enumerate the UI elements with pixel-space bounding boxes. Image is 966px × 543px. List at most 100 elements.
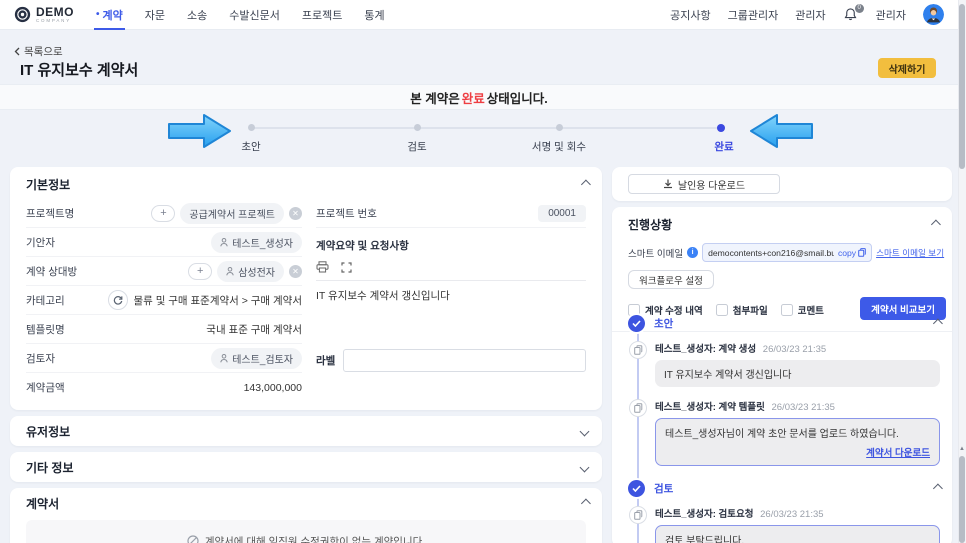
entry-author-action: 테스트_생성자: 검토요청 [655,509,754,520]
nav-item-project[interactable]: 프로젝트 [302,0,342,30]
entry-author-action: 테스트_생성자: 계약 생성 [655,344,757,355]
field-row-reviewer: 검토자 테스트_검토자 [26,344,302,373]
document-icon [629,506,647,524]
entry-message: 검토 부탁드립니다. [665,536,745,543]
collapse-chevron-up-icon[interactable] [930,219,941,230]
person-icon [226,266,234,275]
timeline-entry: 테스트_생성자: 검토요청 26/03/23 21:35 검토 부탁드립니다. … [628,506,940,543]
basic-info-title: 기본정보 [26,178,71,192]
nav-item-statistics[interactable]: 통계 [364,0,384,30]
progress-card: 진행상황 스마트 이메일 i democontents+con216@smail… [612,207,952,543]
step-dot-review [414,124,421,131]
entry-message: 테스트_생성자님이 계약 초안 문서를 업로드 하였습니다. [665,429,899,440]
seal-download-button[interactable]: 날인용 다운로드 [628,174,780,194]
stage-header-review: 검토 [628,480,943,497]
person-icon [220,237,228,246]
template-value: 국내 표준 구매 계약서 [206,323,302,336]
page-scrollbar-thumb[interactable] [959,4,965,169]
document-icon [629,399,647,417]
logo-icon [14,6,31,23]
summary-divider [316,280,586,281]
collapse-chevron-up-icon[interactable] [580,179,591,190]
project-no-label: 프로젝트 번호 [316,207,377,220]
collapse-chevron-up-icon[interactable] [932,483,943,494]
smart-email-view-link[interactable]: 스마트 이메일 보기 [876,247,944,259]
panel-scrollbar-thumb[interactable] [959,456,965,543]
progress-timeline: 초안 테스트_생성자: 계약 생성 26/03/23 21:35 IT 유지보수… [628,315,943,543]
nav-item-lawsuit[interactable]: 소송 [187,0,207,30]
scroll-up-arrow-icon[interactable]: ▲ [958,446,966,452]
field-row-category: 카테고리 물류 및 구매 표준계약서 > 구매 계약서 [26,286,302,315]
summary-text: IT 유지보수 계약서 갱신입니다 [316,290,450,302]
field-row-drafter: 기안자 테스트_생성자 [26,228,302,257]
top-navbar: DEMO COMPANY 계약 자문 소송 수발신문서 프로젝트 통계 공지사항… [0,0,958,30]
smart-email-box: democontents+con216@smail.buptle.app cop… [702,243,873,262]
nav-item-contract[interactable]: 계약 [94,0,125,30]
copy-email-link[interactable]: copy [838,248,866,258]
entry-message-box: 테스트_생성자님이 계약 초안 문서를 업로드 하였습니다. 계약서 다운로드 [655,418,940,466]
page-scrollbar-track[interactable]: ▲ [958,0,966,543]
expand-chevron-down-icon[interactable] [579,462,590,472]
annotation-arrow-right-icon [168,114,231,148]
document-icon [629,341,647,359]
nav-item-advice[interactable]: 자문 [145,0,165,30]
chevron-left-icon [14,47,20,56]
progress-title: 진행상황 [628,218,673,232]
step-label-review: 검토 [407,141,427,153]
step-dot-draft [248,124,255,131]
remove-project-icon[interactable]: ✕ [289,206,302,220]
refresh-category-icon[interactable] [108,290,129,310]
timeline-entry: 테스트_생성자: 계약 생성 26/03/23 21:35 IT 유지보수 계약… [628,341,940,387]
stepper-line [251,127,721,129]
delete-button[interactable]: 삭제하기 [878,58,936,78]
logo-title: DEMO [36,4,74,19]
project-label: 프로젝트명 [26,207,75,220]
logo-subtitle: COMPANY [36,17,72,23]
amount-value: 143,000,000 [243,381,302,394]
nav-link-admin[interactable]: 관리자 [795,7,825,23]
stage-header-draft: 초안 [628,315,943,332]
expand-chevron-down-icon[interactable] [579,426,590,436]
download-icon [663,179,672,189]
stage-check-icon [628,315,645,332]
print-icon[interactable] [316,261,329,273]
info-icon[interactable]: i [687,247,699,258]
banner-status: 완료 [461,91,485,106]
field-row-template: 템플릿명 국내 표준 구매 계약서 [26,315,302,344]
notification-bell-icon[interactable]: 0 [843,3,864,23]
reviewer-label: 검토자 [26,352,55,365]
user-avatar[interactable] [923,4,944,25]
collapse-chevron-up-icon[interactable] [580,498,591,508]
step-dot-complete [717,123,725,132]
drafter-label: 기안자 [26,236,55,249]
remove-party-icon[interactable]: ✕ [289,264,302,278]
user-role-label: 관리자 [875,9,906,22]
entry-timestamp: 26/03/23 21:35 [762,344,827,355]
add-party-button[interactable]: + [188,262,213,280]
field-row-amount: 계약금액 143,000,000 [26,373,302,402]
nav-link-group-admin[interactable]: 그룹관리자 [728,7,779,23]
step-label-sign: 서명 및 회수 [531,141,587,153]
no-permission-icon [187,535,199,543]
field-row-party: 계약 상대방 + 삼성전자 ✕ [26,257,302,286]
nav-link-notice[interactable]: 공지사항 [670,7,710,23]
progress-stepper: 초안 검토 서명 및 회수 완료 [0,110,958,162]
fullscreen-icon[interactable] [341,261,352,273]
nav-item-documents[interactable]: 수발신문서 [229,0,280,30]
app-root: DEMO COMPANY 계약 자문 소송 수발신문서 프로젝트 통계 공지사항… [0,0,966,543]
annotation-arrow-left-icon [750,114,813,148]
category-value: 물류 및 구매 표준계약서 > 구매 계약서 [133,294,302,307]
add-project-button[interactable]: + [151,204,176,222]
workflow-settings-button[interactable]: 워크플로우 설정 [628,270,714,289]
contract-download-link[interactable]: 계약서 다운로드 [866,448,930,459]
tag-input[interactable] [343,349,586,372]
etc-info-card: 기타 정보 [10,452,602,482]
field-row-project-no: 프로젝트 번호 00001 [316,199,586,228]
entry-timestamp: 26/03/23 21:35 [760,509,824,520]
smart-email-value: democontents+con216@smail.buptle.app [708,247,834,258]
user-info-card: 유저정보 [10,416,602,446]
drafter-chip: 테스트_생성자 [211,231,302,253]
notification-badge: 0 [854,3,864,13]
back-to-list-link[interactable]: 목록으로 [14,44,63,59]
stage-label-review: 검토 [654,483,674,495]
